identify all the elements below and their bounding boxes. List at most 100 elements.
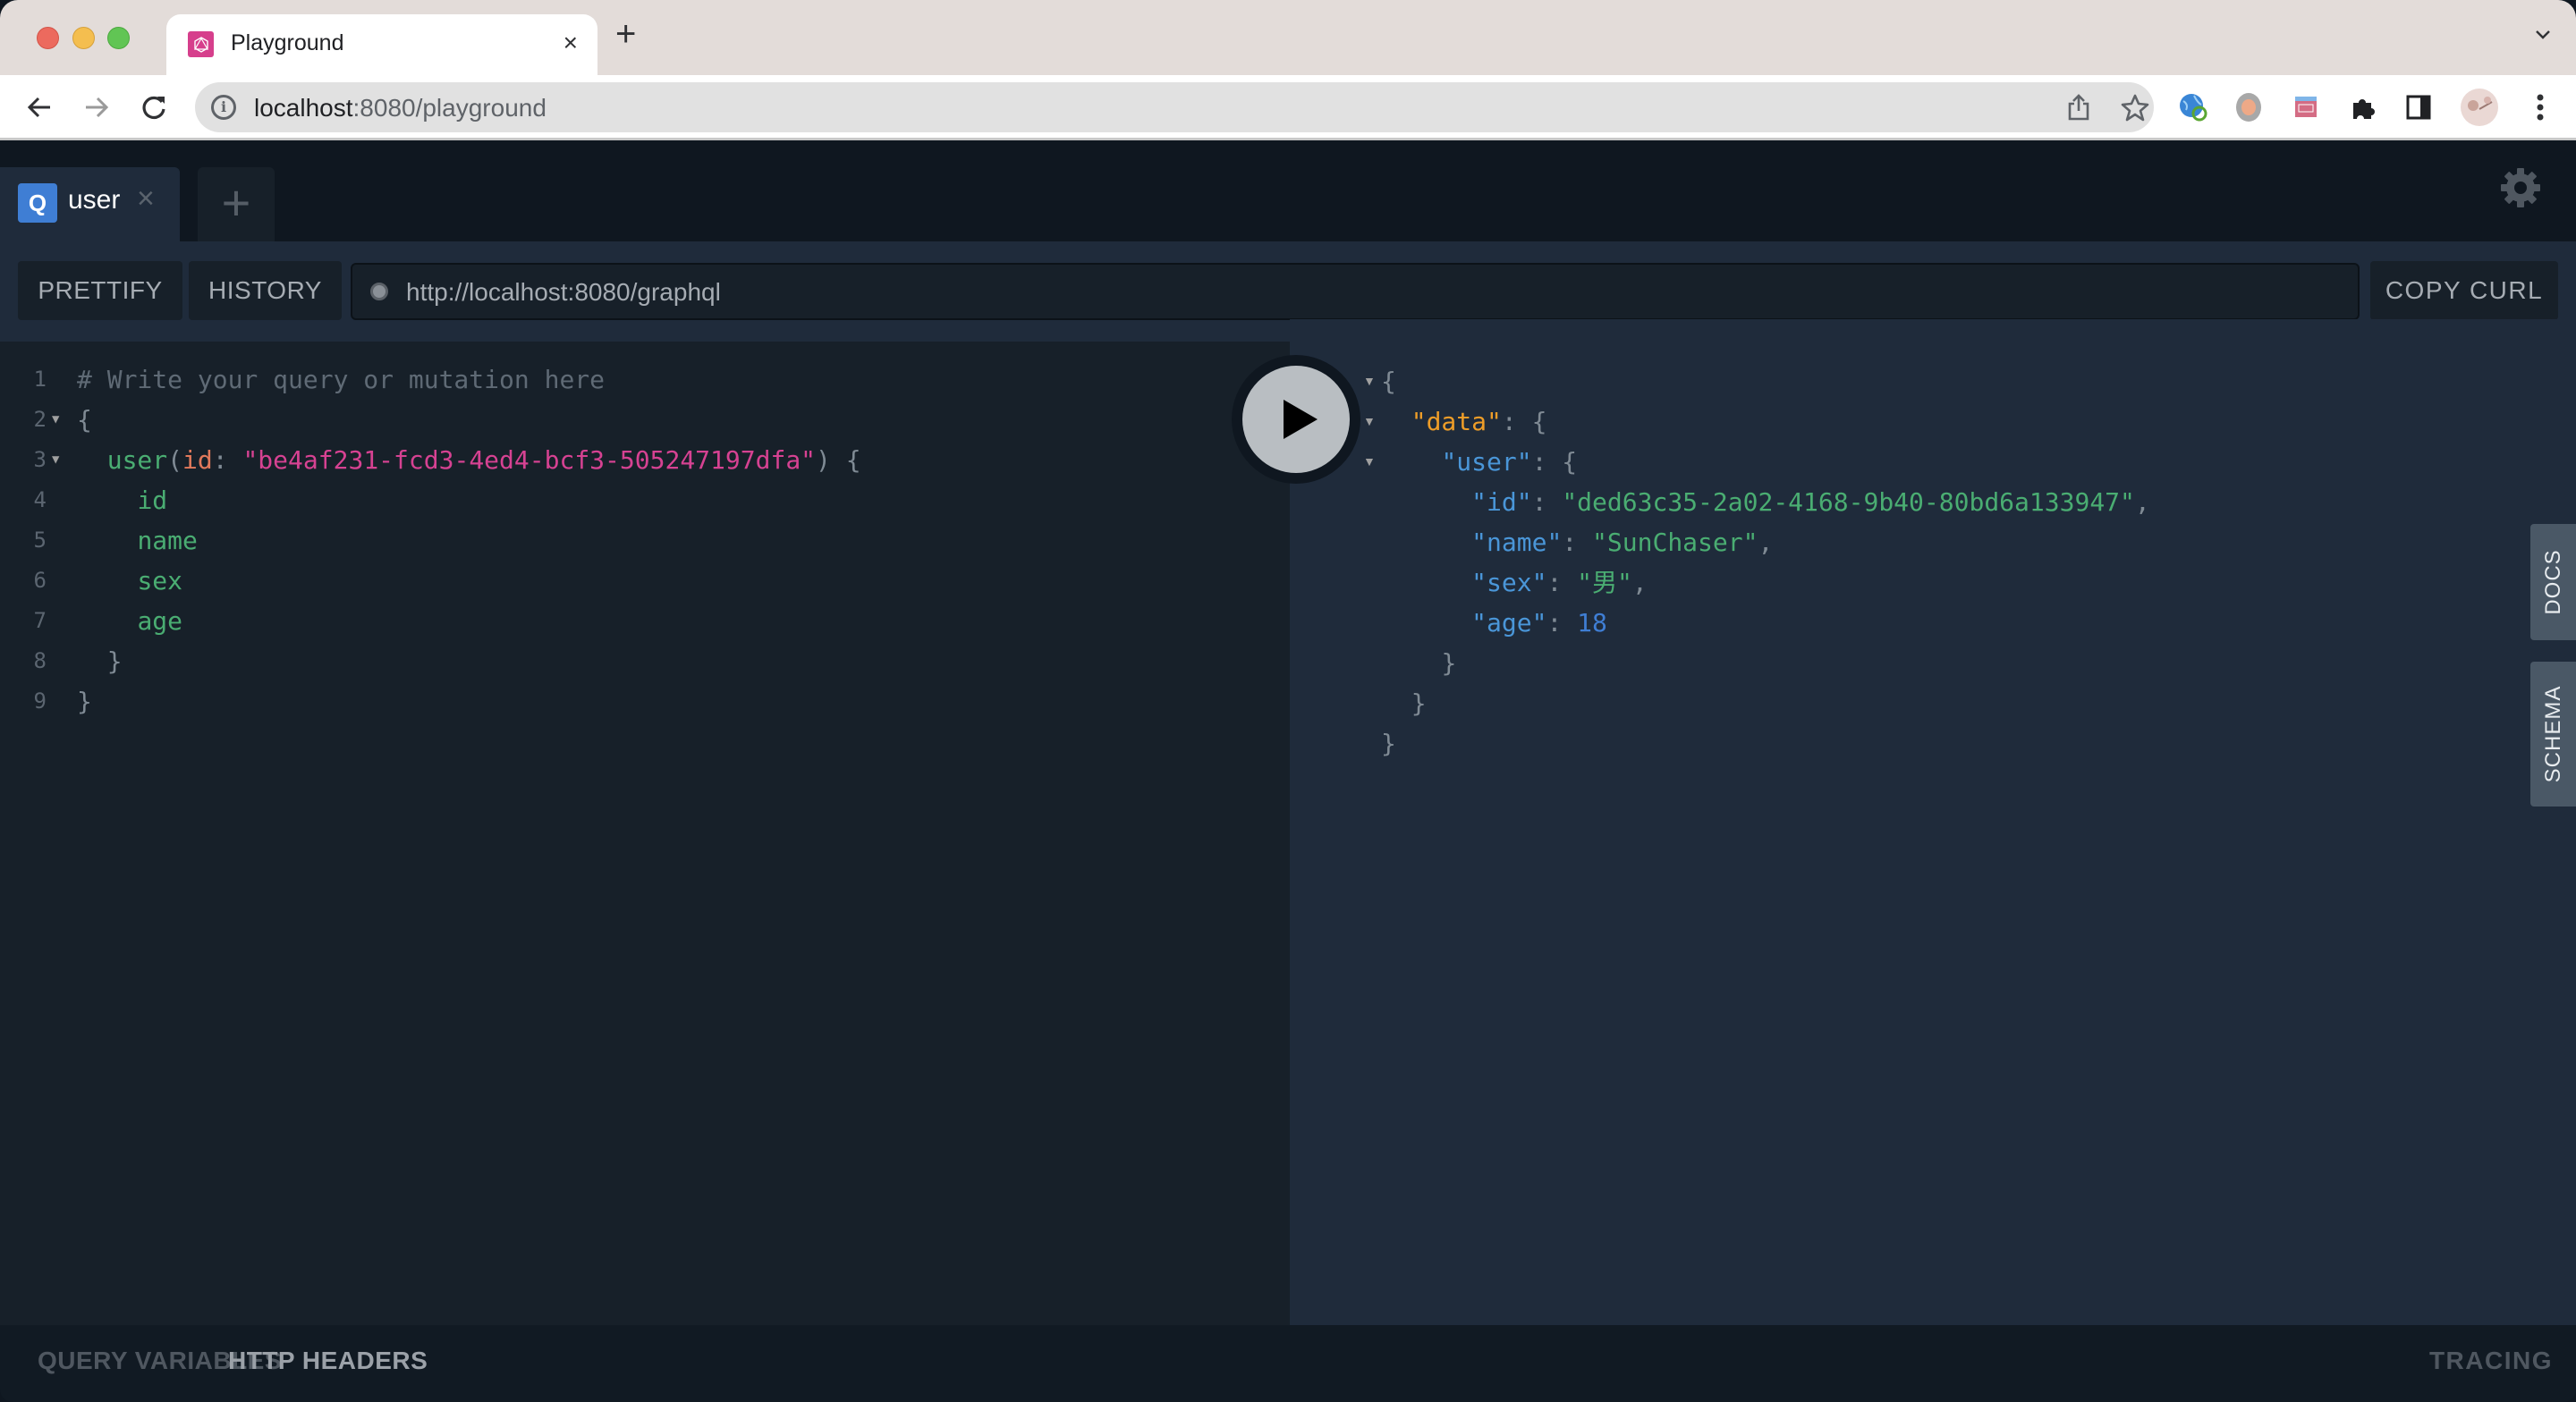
docs-tab[interactable]: DOCS [2530,524,2576,640]
calendar-extension-icon[interactable] [2290,91,2322,123]
share-icon[interactable] [2064,93,2093,122]
schema-tab[interactable]: SCHEMA [2530,662,2576,807]
url-text[interactable]: localhost:8080/playground [254,94,547,122]
editor-line[interactable]: 8 } [0,641,1290,681]
reload-icon[interactable] [136,89,172,125]
globe-extension-icon[interactable] [2177,91,2209,123]
json-token: } [1411,688,1427,718]
fold-toggle-icon[interactable]: ▼ [1363,442,1376,482]
back-arrow-icon[interactable] [21,89,57,125]
puzzle-extensions-icon[interactable] [2347,91,2379,123]
window-maximize-button[interactable] [107,27,130,49]
editor-line[interactable]: 4 id [0,480,1290,520]
playground-tab-bar: Q user × + [0,140,2576,241]
code-token: ( [167,445,183,475]
url-host: localhost [254,94,353,122]
gear-icon[interactable] [2500,167,2541,208]
copy-curl-button[interactable]: COPY CURL [2370,261,2558,320]
query-editor[interactable]: 1 # Write your query or mutation here 2 ▼ {3… [0,342,1290,1325]
result-line: } [1381,643,1456,683]
browser-tab-active[interactable]: Playground × [166,14,597,75]
code-text: # Write your query or mutation here [77,359,605,400]
code-token: # Write your query or mutation here [77,365,606,394]
fold-toggle-icon[interactable]: ▼ [52,400,59,440]
editor-line[interactable]: 9} [0,681,1290,722]
code-token: } [77,687,92,716]
history-button[interactable]: HISTORY [189,261,342,320]
play-icon [1284,400,1318,439]
code-token: : [212,445,243,475]
json-token: : [1546,568,1578,597]
code-token: } [106,646,123,676]
result-line: "name": "SunChaser", [1381,522,1773,562]
editor-line[interactable]: 7 age [0,601,1290,641]
address-bar[interactable]: i localhost:8080/playground [195,82,2154,132]
chevron-down-icon[interactable] [2535,27,2551,43]
code-token: sex [137,566,183,595]
code-text: name [77,520,197,561]
connection-status-icon [370,283,388,300]
code-text: } [77,641,123,681]
editor-line[interactable]: 6 sex [0,561,1290,601]
bookmark-star-icon[interactable] [2121,93,2149,122]
prettify-button[interactable]: PRETTIFY [18,261,182,320]
tracing-tab[interactable]: TRACING [2429,1347,2553,1375]
fold-toggle-icon[interactable]: ▼ [1363,361,1376,401]
line-number: 5 [33,528,47,553]
more-menu-icon[interactable] [2524,91,2556,123]
profile-avatar[interactable] [2460,88,2499,127]
query-badge: Q [18,183,57,223]
editor-line[interactable]: 5 name [0,520,1290,561]
json-token: "SunChaser" [1592,528,1758,557]
line-number: 2 [33,407,47,432]
code-token: user [106,445,168,475]
json-token: : [1531,487,1563,517]
close-tab-icon[interactable]: × [137,182,155,216]
new-tab-button[interactable]: + [615,16,636,52]
tab-title: user [68,185,121,215]
code-text: { [77,400,92,440]
json-token: "男" [1577,568,1632,597]
add-tab-button[interactable]: + [198,167,275,241]
side-panel-icon[interactable] [2402,91,2435,123]
code-text: } [77,681,92,722]
http-headers-tab[interactable]: HTTP HEADERS [228,1347,428,1375]
editor-line[interactable]: 1 # Write your query or mutation here [0,359,1290,400]
result-line: "sex": "男", [1381,562,1648,603]
code-token: ) { [816,445,861,475]
tab-user[interactable]: Q user × [0,167,180,241]
json-token: : { [1531,447,1578,477]
line-number: 9 [33,688,47,714]
code-token: id [137,486,168,515]
editor-line[interactable]: 3 ▼ user(id: "be4af231-fcd3-4ed4-bcf3-505… [0,440,1290,480]
play-button-face [1242,366,1350,473]
result-line: { [1381,361,1396,401]
line-number: 1 [33,367,47,392]
json-token: } [1441,648,1457,678]
endpoint-field[interactable] [351,263,2360,320]
result-line: } [1381,723,1396,764]
window-minimize-button[interactable] [72,27,95,49]
execute-query-button[interactable] [1232,355,1360,484]
endpoint-input[interactable] [406,278,2284,307]
record-extension-icon[interactable] [2233,91,2265,123]
window-close-button[interactable] [37,27,59,49]
fold-toggle-icon[interactable]: ▼ [1363,401,1376,442]
editor-line[interactable]: 2 ▼ { [0,400,1290,440]
fold-toggle-icon[interactable]: ▼ [52,440,59,480]
site-info-icon[interactable]: i [211,95,236,120]
result-line: "id": "ded63c35-2a02-4168-9b40-80bd6a133… [1381,482,2150,522]
result-line: "user": { [1381,442,1577,482]
json-token: "name" [1471,528,1563,557]
forward-arrow-icon[interactable] [79,89,114,125]
close-tab-icon[interactable]: × [564,29,578,57]
json-token: "sex" [1471,568,1547,597]
code-text: age [77,601,182,641]
